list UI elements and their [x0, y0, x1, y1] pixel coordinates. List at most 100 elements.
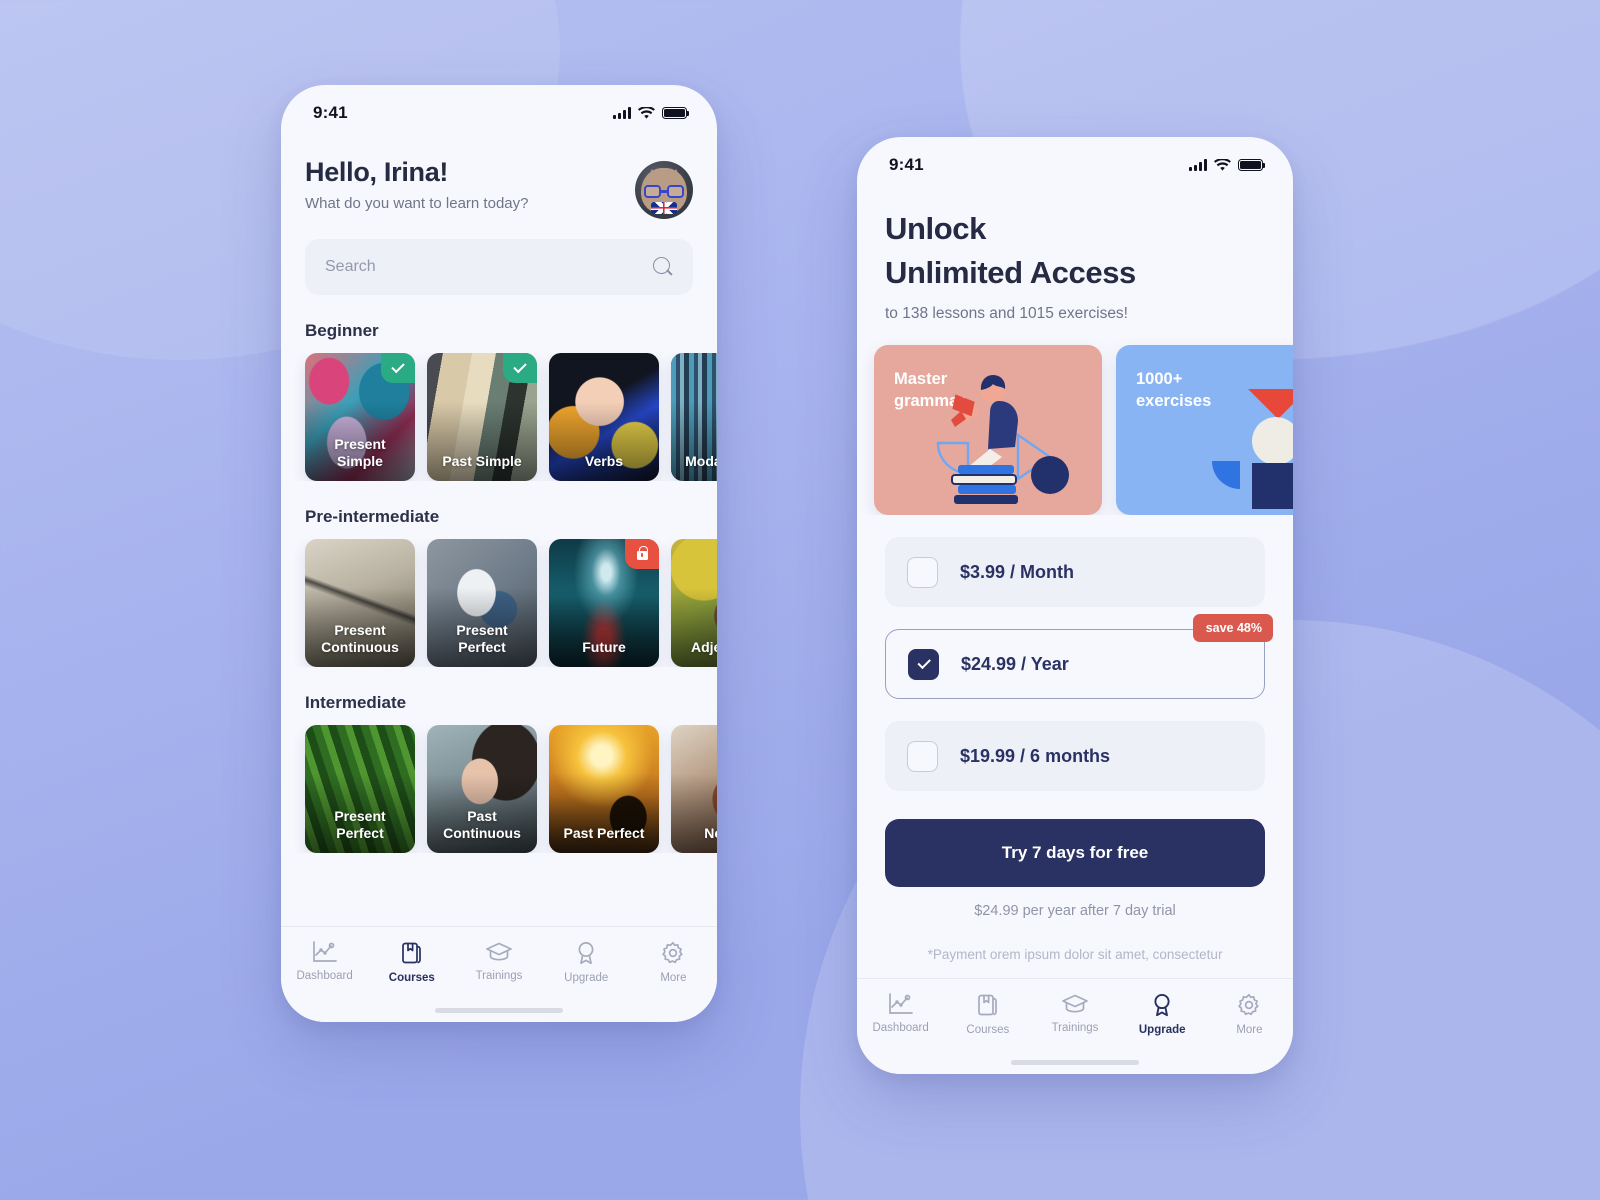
book-icon: [401, 942, 421, 964]
upgrade-subtitle: to 138 lessons and 1015 exercises!: [885, 305, 1128, 323]
course-card[interactable]: Past Simple: [427, 353, 537, 481]
plan-option-six-months[interactable]: $19.99 / 6 months: [885, 721, 1265, 792]
upgrade-title-line1: Unlock: [885, 211, 986, 246]
tab-label: Courses: [966, 1024, 1010, 1036]
book-icon: [977, 994, 997, 1016]
battery-icon: [1238, 158, 1266, 172]
status-badge: save 48%: [1192, 614, 1273, 643]
course-name: Nouns: [704, 824, 717, 841]
phone-left-courses-screen: 9:41 Hello, Irina! What do you want to l…: [281, 85, 717, 1022]
graduation-cap-icon: [1062, 994, 1088, 1013]
course-name: Future: [582, 638, 626, 655]
course-card[interactable]: Present Perfect: [305, 725, 415, 853]
try-free-button[interactable]: Try 7 days for free: [885, 819, 1265, 888]
gear-icon: [662, 941, 683, 964]
status-time: 9:41: [313, 103, 348, 122]
course-name: Verbs: [584, 452, 624, 469]
tab-label: Dashboard: [296, 970, 353, 982]
search-input[interactable]: [325, 258, 621, 276]
page-title: Hello, Irina!: [305, 157, 449, 187]
course-name: Present Perfect: [456, 621, 508, 655]
tab-trainings[interactable]: Trainings: [1031, 993, 1118, 1034]
course-card[interactable]: Present Continuous: [305, 539, 415, 667]
status-time: 9:41: [889, 155, 924, 174]
tab-more[interactable]: More: [1206, 993, 1293, 1036]
chart-line-icon: [312, 941, 337, 962]
section-title-beginner: Beginner: [305, 321, 379, 340]
tab-label: More: [1236, 1024, 1263, 1036]
course-row-intermediate[interactable]: Present Perfect Past Continuous Past Per…: [281, 725, 717, 853]
course-name: Past Simple: [442, 452, 522, 469]
bottom-tab-bar[interactable]: Dashboard Courses Trainings Upgrade More: [281, 926, 717, 1022]
completed-badge: [381, 353, 415, 383]
completed-badge: [503, 353, 537, 383]
tab-courses[interactable]: Courses: [944, 993, 1031, 1036]
geometric-shapes-icon: [1212, 389, 1293, 510]
course-card[interactable]: Future: [549, 539, 659, 667]
tab-dashboard[interactable]: Dashboard: [281, 941, 368, 982]
course-name: Past Continuous: [443, 807, 521, 841]
bottom-tab-bar[interactable]: Dashboard Courses Trainings Upgrade More: [857, 978, 1293, 1074]
payment-disclaimer: *Payment orem ipsum dolor sit amet, cons…: [927, 947, 1223, 963]
course-name: Past Perfect: [563, 824, 645, 841]
course-card[interactable]: Nouns: [671, 725, 717, 853]
plan-label: $3.99 / Month: [960, 561, 1075, 582]
plan-label: $19.99 / 6 months: [960, 745, 1111, 766]
course-card[interactable]: Verbs: [549, 353, 659, 481]
tab-label: More: [660, 972, 687, 984]
cellular-signal-icon: [1189, 159, 1207, 171]
home-indicator: [1011, 1060, 1139, 1065]
tab-label: Dashboard: [872, 1022, 929, 1034]
tab-label: Courses: [388, 972, 435, 984]
award-ribbon-icon: [578, 942, 594, 965]
avatar[interactable]: [635, 161, 693, 219]
tab-label: Upgrade: [1138, 1024, 1186, 1036]
feature-cards-row[interactable]: Master grammar 1000+ exercises: [857, 323, 1293, 516]
graduation-cap-icon: [486, 942, 512, 961]
tab-more[interactable]: More: [630, 941, 717, 984]
course-card[interactable]: Adjectives: [671, 539, 717, 667]
course-card[interactable]: Past Perfect: [549, 725, 659, 853]
section-title-pre-intermediate: Pre-intermediate: [305, 507, 440, 526]
locked-badge: [625, 539, 659, 569]
course-row-beginner[interactable]: Present Simple Past Simple Verbs Modal v…: [281, 353, 717, 481]
tab-courses[interactable]: Courses: [368, 941, 455, 984]
plan-option-monthly[interactable]: $3.99 / Month: [885, 537, 1265, 608]
chart-line-icon: [888, 993, 913, 1014]
plan-option-yearly[interactable]: $24.99 / Year save 48%: [885, 614, 1273, 700]
upgrade-title-line2: Unlimited Access: [885, 255, 1136, 291]
feature-card-master-grammar[interactable]: Master grammar: [874, 345, 1102, 516]
plan-checkbox[interactable]: [907, 740, 938, 772]
status-icons: [1189, 158, 1266, 172]
page-subtitle: What do you want to learn today?: [305, 195, 529, 212]
upgrade-title: Unlock Unlimited Access: [857, 183, 1293, 295]
course-name: Present Perfect: [334, 807, 386, 841]
gear-icon: [1238, 993, 1259, 1016]
status-bar: 9:41: [857, 137, 1293, 183]
status-icons: [613, 106, 690, 120]
wifi-icon: [638, 106, 655, 119]
home-indicator: [435, 1008, 563, 1013]
person-reading-on-books-icon: [936, 375, 1069, 505]
course-name: Adjectives: [690, 638, 717, 655]
feature-card-exercises[interactable]: 1000+ exercises: [1116, 345, 1293, 516]
course-name: Present Continuous: [321, 621, 399, 655]
tab-dashboard[interactable]: Dashboard: [857, 993, 944, 1034]
plan-label: $24.99 / Year: [961, 653, 1069, 674]
course-row-pre-intermediate[interactable]: Present Continuous Present Perfect Futur…: [281, 539, 717, 667]
tab-upgrade[interactable]: Upgrade: [1119, 993, 1206, 1036]
tab-trainings[interactable]: Trainings: [455, 941, 542, 982]
cellular-signal-icon: [613, 107, 631, 119]
plan-checkbox[interactable]: [908, 648, 939, 680]
course-card[interactable]: Present Perfect: [427, 539, 537, 667]
plan-checkbox[interactable]: [907, 556, 938, 588]
course-name: Present Simple: [334, 435, 386, 469]
search-icon[interactable]: [653, 257, 673, 277]
course-name: Modal verbs: [685, 452, 717, 469]
course-card[interactable]: Present Simple: [305, 353, 415, 481]
search-bar[interactable]: [305, 239, 693, 295]
tab-upgrade[interactable]: Upgrade: [543, 941, 630, 984]
course-card[interactable]: Past Continuous: [427, 725, 537, 853]
phone-right-upgrade-screen: 9:41 Unlock Unlimited Access to 138 less…: [857, 137, 1293, 1074]
course-card[interactable]: Modal verbs: [671, 353, 717, 481]
